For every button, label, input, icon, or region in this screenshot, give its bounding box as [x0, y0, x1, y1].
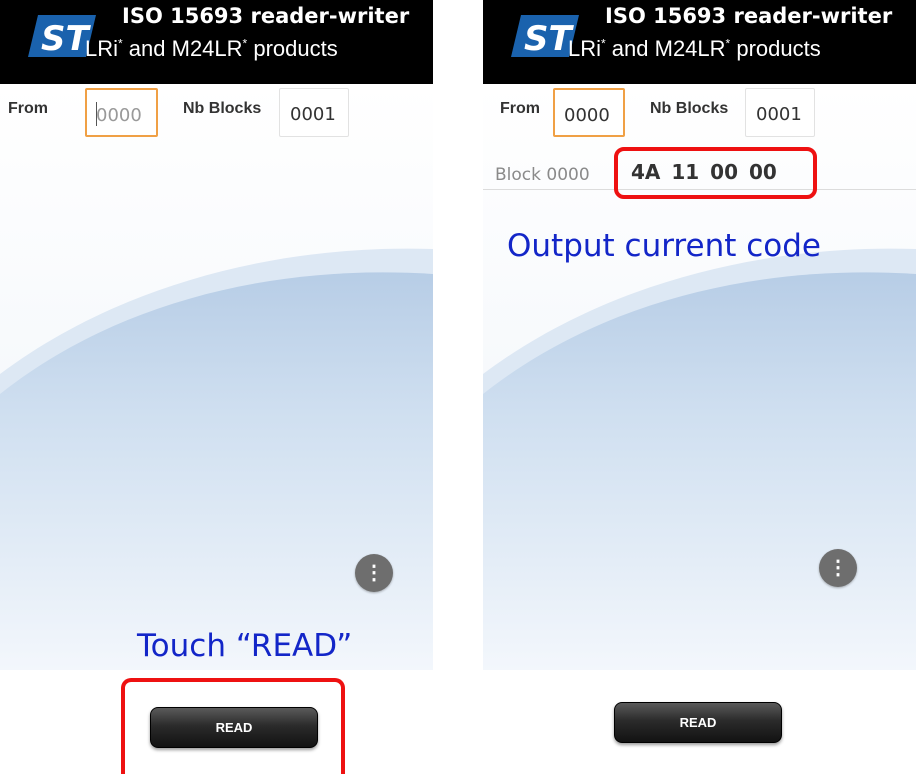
- highlight-read-button: [121, 678, 345, 774]
- nb-blocks-value: 0001: [756, 104, 802, 125]
- from-label: From: [8, 100, 48, 117]
- nb-blocks-input[interactable]: 0001: [745, 88, 815, 137]
- read-params-row: From 0000 Nb Blocks 0001: [0, 84, 433, 144]
- app-subtitle: LRi* and M24LR* products: [568, 36, 821, 61]
- from-input-value: 0000: [564, 105, 610, 126]
- left-phone-screen: ST ISO 15693 reader-writer LRi* and M24L…: [0, 0, 433, 774]
- svg-text:ST: ST: [41, 19, 91, 59]
- from-input[interactable]: 0000: [85, 88, 158, 137]
- overflow-menu-icon[interactable]: ⋮: [355, 554, 393, 592]
- svg-text:ST: ST: [524, 19, 574, 59]
- nb-blocks-input[interactable]: 0001: [279, 88, 349, 137]
- nb-blocks-label: Nb Blocks: [650, 100, 729, 117]
- highlight-block-value: [614, 147, 817, 199]
- annotation-output-code: Output current code: [507, 228, 821, 264]
- overflow-menu-icon[interactable]: ⋮: [819, 549, 857, 587]
- nb-blocks-label: Nb Blocks: [183, 100, 262, 117]
- read-button[interactable]: READ: [614, 702, 782, 743]
- from-input[interactable]: 0000: [553, 88, 625, 137]
- from-input-placeholder: 0000: [96, 105, 142, 126]
- nb-blocks-value: 0001: [290, 104, 336, 125]
- app-header: ST ISO 15693 reader-writer LRi* and M24L…: [0, 0, 433, 84]
- from-label: From: [500, 100, 540, 117]
- text-caret: [96, 102, 97, 126]
- right-phone-screen: ST ISO 15693 reader-writer LRi* and M24L…: [483, 0, 916, 774]
- app-header: ST ISO 15693 reader-writer LRi* and M24L…: [483, 0, 916, 84]
- app-title: ISO 15693 reader-writer: [122, 4, 410, 28]
- read-params-row: From 0000 Nb Blocks 0001: [483, 84, 916, 144]
- app-title: ISO 15693 reader-writer: [605, 4, 893, 28]
- annotation-touch-read: Touch “READ”: [137, 628, 353, 664]
- block-address-label: Block 0000: [495, 165, 590, 185]
- app-subtitle: LRi* and M24LR* products: [85, 36, 338, 61]
